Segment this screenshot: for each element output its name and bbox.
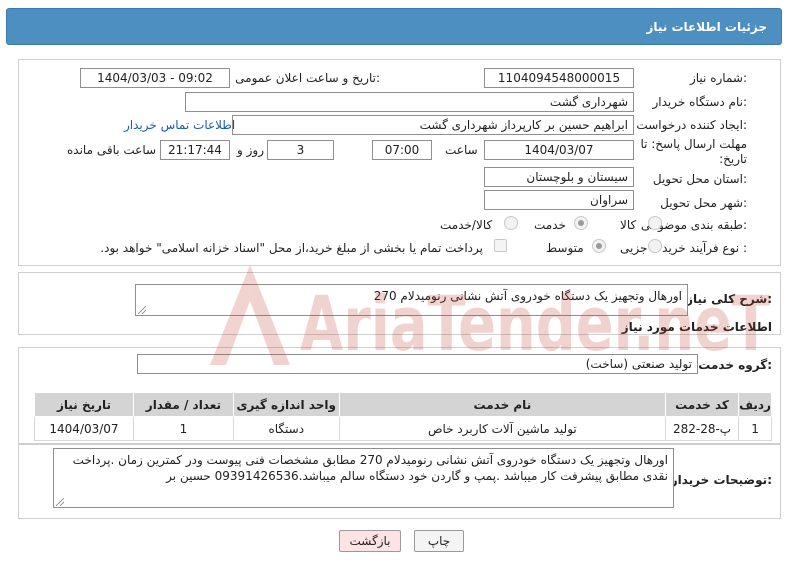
category-kala-radio[interactable] bbox=[648, 216, 662, 230]
category-khedmat-radio[interactable] bbox=[574, 216, 588, 230]
category-kala-label: کالا bbox=[620, 218, 637, 232]
need-number-label: شماره نیاز: bbox=[689, 71, 747, 85]
back-button[interactable]: بازگشت bbox=[339, 530, 401, 552]
summary-text: اورهال وتجهیز یک دستگاه خودروی آتش نشانی… bbox=[373, 289, 682, 303]
cell-qty: 1 bbox=[132, 416, 234, 441]
col-unit: واحد اندازه گیری bbox=[232, 392, 340, 417]
province-field: سیستان و بلوچستان bbox=[484, 167, 634, 187]
col-qty: تعداد / مقدار bbox=[132, 392, 234, 417]
city-label: شهر محل تحویل: bbox=[660, 196, 747, 210]
print-button[interactable]: چاپ bbox=[414, 530, 464, 552]
resize-grip-icon[interactable] bbox=[138, 306, 146, 314]
page-header: جزئیات اطلاعات نیاز bbox=[6, 8, 782, 45]
summary-textarea[interactable]: اورهال وتجهیز یک دستگاه خودروی آتش نشانی… bbox=[135, 284, 688, 316]
resize-grip-icon[interactable] bbox=[56, 498, 64, 506]
remaining-label: ساعت باقی مانده bbox=[67, 143, 157, 157]
page-title: جزئیات اطلاعات نیاز bbox=[646, 20, 767, 34]
province-label: استان محل تحویل: bbox=[652, 172, 747, 186]
category-khedmat-label: خدمت bbox=[534, 218, 566, 232]
contact-info-link[interactable]: اطلاعات تماس خریدار bbox=[124, 118, 235, 132]
remaining-field: 21:17:44 bbox=[160, 140, 230, 160]
deadline-time-field: 07:00 bbox=[372, 140, 432, 160]
buyer-org-field: شهرداری گشت bbox=[185, 92, 634, 112]
buyer-notes-label: توضیحات خریدار: bbox=[670, 473, 772, 487]
days-label: روز و bbox=[237, 143, 264, 157]
summary-label: شرح کلی نیاز: bbox=[686, 292, 772, 306]
cell-name: تولید ماشین آلات کاربرد خاص bbox=[338, 416, 667, 441]
announce-label: تاریخ و ساعت اعلان عمومی: bbox=[235, 71, 380, 85]
process-jozii-label: جزیی bbox=[620, 241, 648, 255]
cell-unit: دستگاه bbox=[232, 416, 340, 441]
creator-label: ایجاد کننده درخواست: bbox=[636, 118, 747, 132]
payment-note: پرداخت تمام یا بخشی از مبلغ خرید،از محل … bbox=[100, 241, 483, 255]
col-code: کد خدمت bbox=[665, 392, 740, 417]
need-number-field: 1104094548000015 bbox=[484, 68, 634, 88]
process-jozii-radio[interactable] bbox=[648, 239, 662, 253]
process-motevaset-radio[interactable] bbox=[592, 239, 606, 253]
cell-date: 1404/03/07 bbox=[34, 416, 134, 441]
cell-code: پ-28-282 bbox=[665, 416, 740, 441]
cell-row: 1 bbox=[738, 416, 772, 441]
buyer-notes-textarea[interactable]: اورهال وتجهیز یک دستگاه خودروی آتش نشانی… bbox=[53, 448, 674, 508]
process-motevaset-label: متوسط bbox=[546, 241, 584, 255]
col-name: نام خدمت bbox=[338, 392, 667, 417]
city-field: سراوان bbox=[484, 190, 634, 210]
service-group-field: تولید صنعتی (ساخت) bbox=[137, 354, 698, 374]
deadline-label: مهلت ارسال پاسخ: تا تاریخ: bbox=[640, 137, 747, 166]
process-label: نوع فرآیند خرید : bbox=[662, 241, 747, 255]
buyer-notes-text: اورهال وتجهیز یک دستگاه خودروی آتش نشانی… bbox=[72, 453, 668, 483]
table-header-row: ردیف کد خدمت نام خدمت واحد اندازه گیری ت… bbox=[34, 392, 772, 417]
deadline-time-label: ساعت bbox=[445, 143, 478, 157]
category-kala-khedmat-radio[interactable] bbox=[504, 216, 518, 230]
creator-field: ابراهیم حسین بر کارپرداز شهرداری گشت bbox=[232, 115, 634, 135]
days-field: 3 bbox=[267, 140, 334, 160]
col-date: تاریخ نیاز bbox=[34, 392, 134, 417]
category-kala-khedmat-label: کالا/خدمت bbox=[440, 218, 493, 232]
col-row: ردیف bbox=[738, 392, 772, 417]
buyer-org-label: نام دستگاه خریدار: bbox=[652, 95, 748, 109]
table-row: 1 پ-28-282 تولید ماشین آلات کاربرد خاص د… bbox=[34, 416, 772, 441]
services-section-title: اطلاعات خدمات مورد نیاز bbox=[621, 320, 772, 334]
announce-field: 1404/03/03 - 09:02 bbox=[80, 68, 230, 88]
service-group-label: گروه خدمت: bbox=[698, 358, 772, 372]
treasury-payment-checkbox[interactable] bbox=[494, 239, 507, 252]
services-table: ردیف کد خدمت نام خدمت واحد اندازه گیری ت… bbox=[34, 392, 772, 441]
deadline-date-field: 1404/03/07 bbox=[484, 140, 634, 160]
